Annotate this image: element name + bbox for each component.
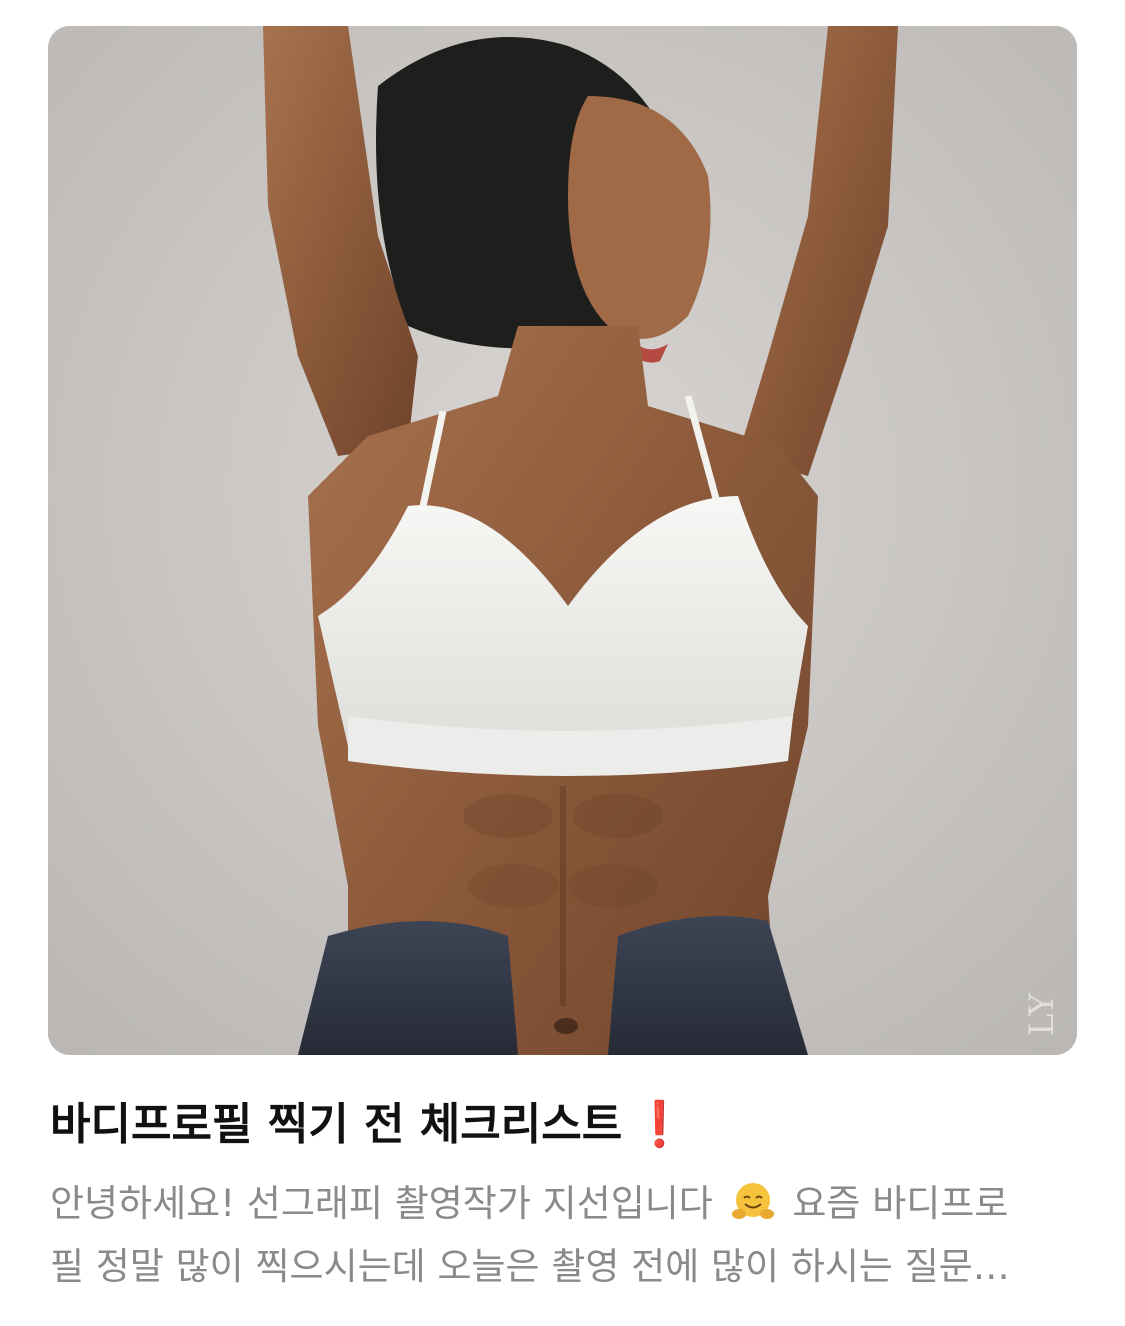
post-title[interactable]: 바디프로필 찍기 전 체크리스트 ❗ — [50, 1090, 1080, 1160]
post-card[interactable]: LY 바디프로필 찍기 전 체크리스트 ❗ 안녕하세요! 선그래피 촬영작가 지선… — [0, 0, 1125, 1326]
photo-illustration: LY — [48, 26, 1077, 1055]
post-title-text: 바디프로필 찍기 전 체크리스트 — [50, 1099, 623, 1150]
snippet-text-end: 필 정말 많이 찍으시는데 오늘은 촬영 전에 많이 하시는 질문… — [50, 1245, 1010, 1288]
snippet-text-middle: 요즘 바디프로 — [792, 1182, 1009, 1225]
exclamation-icon: ❗ — [632, 1099, 687, 1150]
post-thumbnail-image[interactable]: LY — [48, 26, 1077, 1055]
post-snippet[interactable]: 안녕하세요! 선그래피 촬영작가 지선입니다 요즘 바디프로 필 정말 많이 찍… — [50, 1172, 1080, 1302]
snippet-text-start: 안녕하세요! 선그래피 촬영작가 지선입니다 — [50, 1182, 713, 1225]
image-watermark: LY — [1022, 993, 1062, 1036]
hugging-face-icon — [731, 1180, 775, 1224]
